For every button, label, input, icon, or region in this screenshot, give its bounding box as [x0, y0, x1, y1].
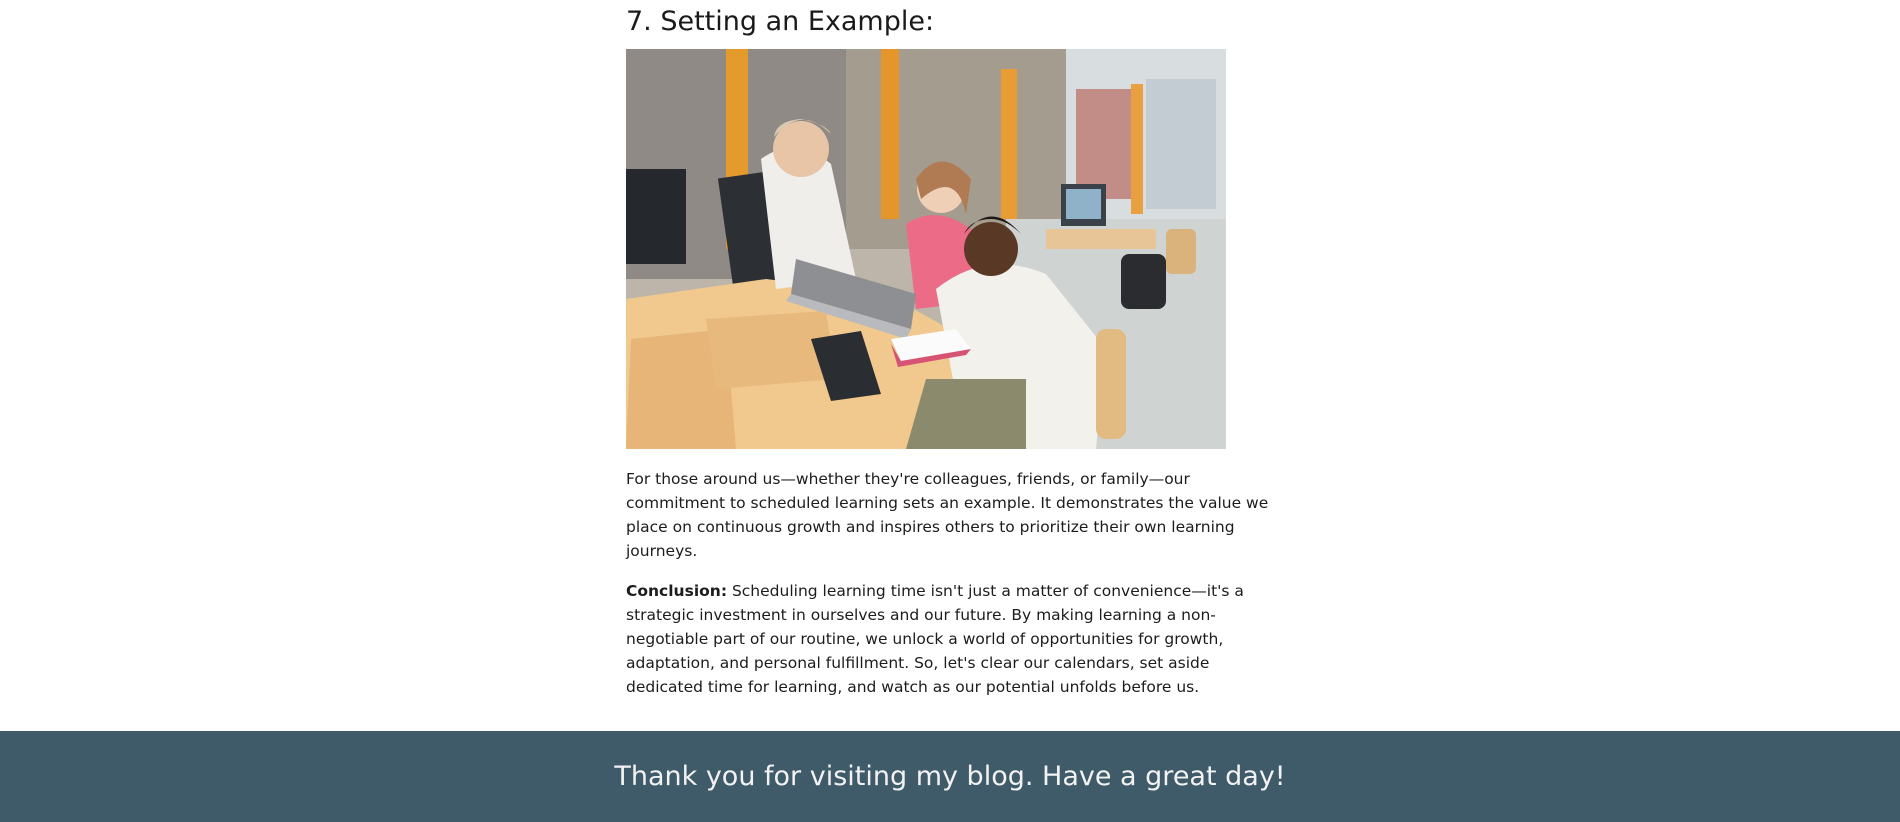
footer-message: Thank you for visiting my blog. Have a g…: [614, 760, 1286, 792]
conclusion-label: Conclusion:: [626, 582, 728, 600]
article-section: 7. Setting an Example: For those around …: [626, 0, 1276, 699]
conclusion-paragraph: Conclusion: Scheduling learning time isn…: [626, 579, 1276, 699]
body-paragraph: For those around us—whether they're coll…: [626, 470, 1269, 560]
site-footer: Thank you for visiting my blog. Have a g…: [0, 731, 1900, 822]
article-photo: [626, 49, 1226, 449]
section-heading: 7. Setting an Example:: [626, 6, 935, 37]
blog-page: 7. Setting an Example: For those around …: [0, 0, 1900, 822]
